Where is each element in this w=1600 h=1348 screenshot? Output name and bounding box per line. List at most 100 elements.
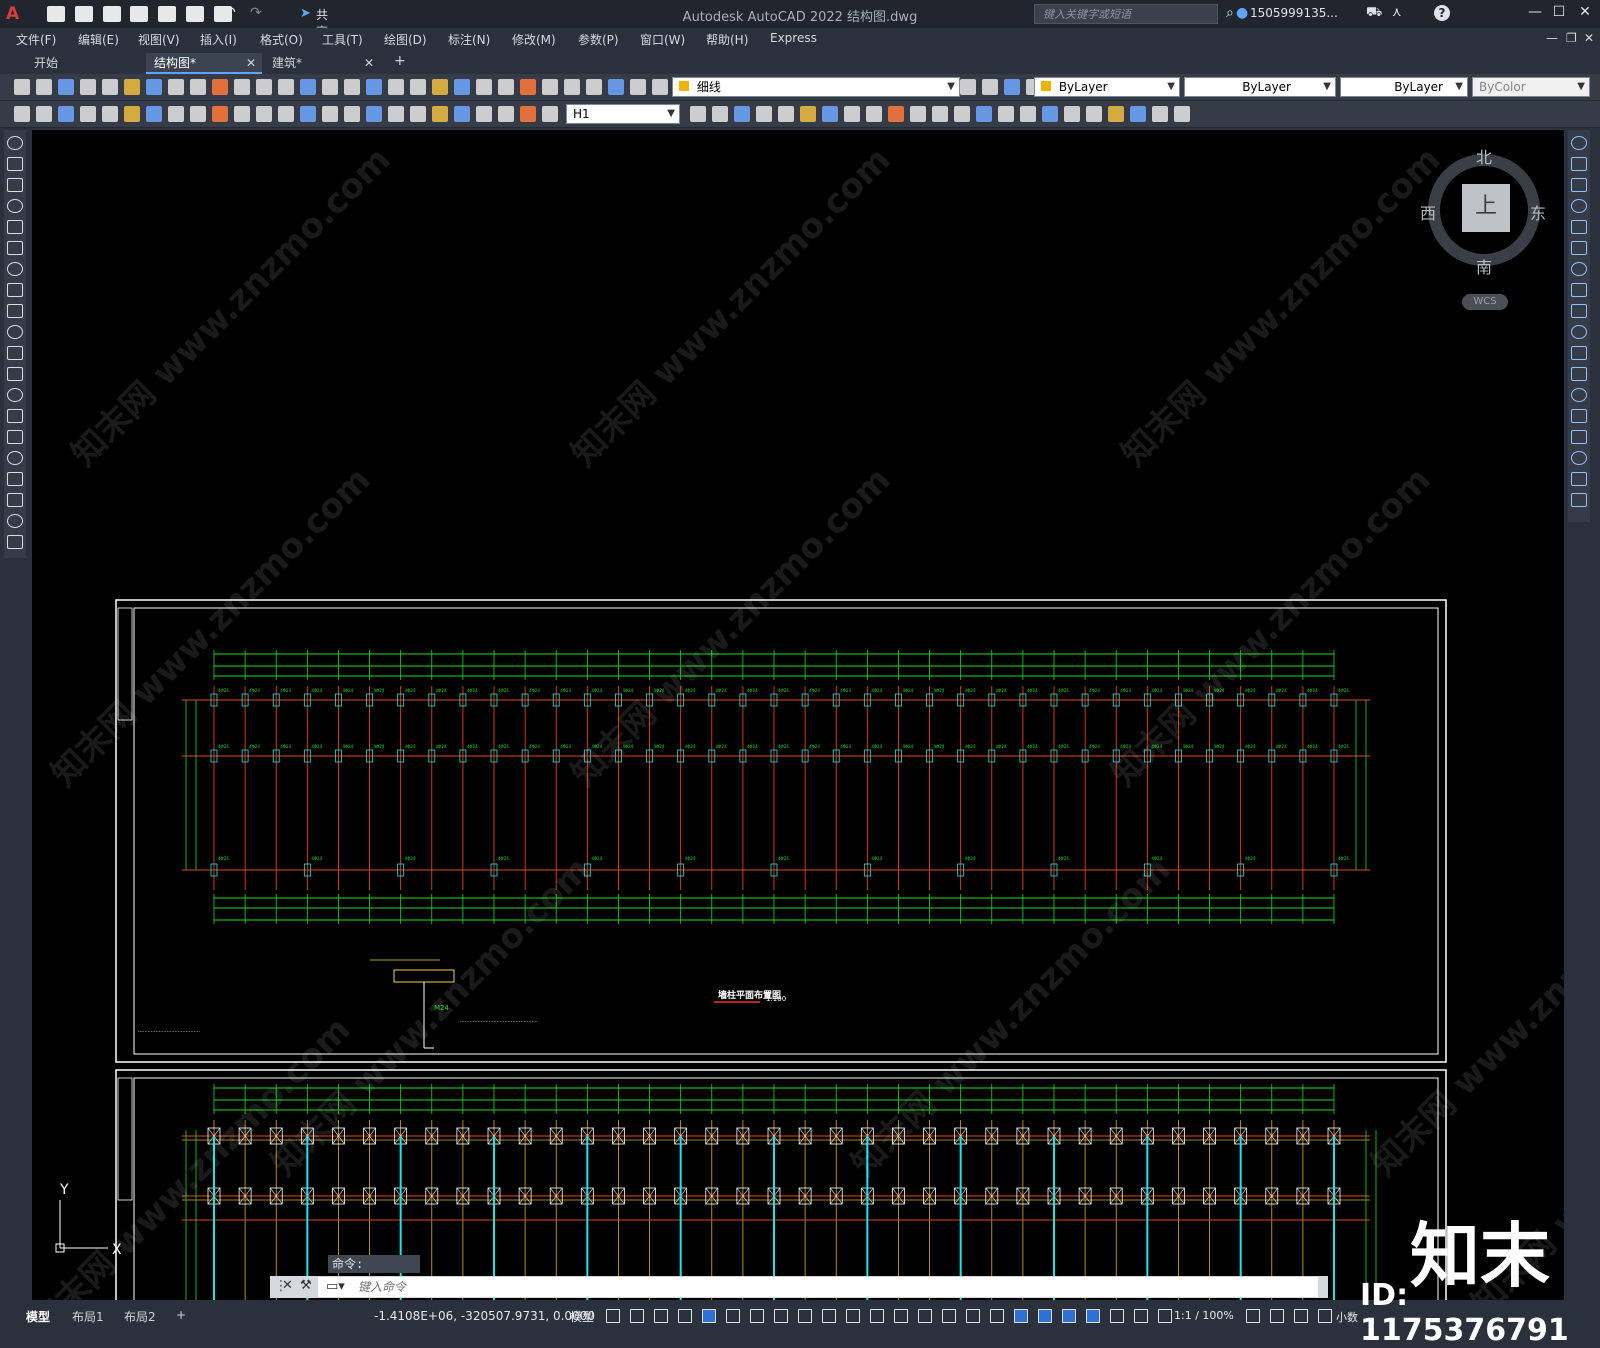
status-toggle-icon[interactable] — [1038, 1309, 1052, 1323]
doc-minimize-button[interactable]: — — [1546, 31, 1558, 45]
right-palette-tool-icon[interactable] — [1571, 388, 1587, 402]
cart-icon[interactable]: ⛟ — [1366, 5, 1382, 22]
menu-parametric[interactable]: 参数(P) — [578, 31, 619, 48]
right-palette-tool-icon[interactable] — [1571, 178, 1587, 192]
units-display[interactable]: 小数 — [1336, 1309, 1358, 1325]
menu-draw[interactable]: 绘图(D) — [384, 31, 427, 48]
dim-tool-icon[interactable] — [168, 106, 184, 122]
standard-tool-icon[interactable] — [498, 79, 514, 95]
compass-north[interactable]: 北 — [1476, 144, 1492, 168]
minimize-button[interactable]: — — [1524, 4, 1546, 24]
layer-tool-icon[interactable] — [1004, 79, 1020, 95]
right-palette-tool-icon[interactable] — [1571, 262, 1587, 276]
close-icon[interactable]: ✕ — [364, 53, 374, 73]
modify-tool-icon[interactable] — [822, 106, 838, 122]
dim-tool-icon[interactable] — [36, 106, 52, 122]
menu-modify[interactable]: 修改(M) — [512, 31, 556, 48]
left-palette-tool-icon[interactable] — [7, 262, 23, 276]
status-toggle-icon[interactable] — [774, 1309, 788, 1323]
add-layout-button[interactable]: + — [176, 1308, 186, 1322]
doc-restore-button[interactable]: ❐ — [1566, 31, 1577, 45]
dim-tool-icon[interactable] — [190, 106, 206, 122]
menu-express[interactable]: Express — [770, 31, 817, 45]
status-toggle-icon[interactable] — [942, 1309, 956, 1323]
dim-tool-icon[interactable] — [300, 106, 316, 122]
left-palette-tool-icon[interactable] — [7, 514, 23, 528]
close-icon[interactable]: ✕ — [282, 1278, 293, 1293]
dim-tool-icon[interactable] — [146, 106, 162, 122]
modify-tool-icon[interactable] — [954, 106, 970, 122]
viewcube-top-face[interactable]: 上 — [1462, 184, 1510, 232]
left-palette-tool-icon[interactable] — [7, 430, 23, 444]
left-palette-tool-icon[interactable] — [7, 346, 23, 360]
user-account[interactable]: 1505999135... — [1250, 6, 1338, 20]
modify-tool-icon[interactable] — [712, 106, 728, 122]
left-palette-tool-icon[interactable] — [7, 367, 23, 381]
modify-tool-icon[interactable] — [778, 106, 794, 122]
status-toggle-icon[interactable] — [1318, 1309, 1332, 1323]
new-tab-button[interactable]: + — [394, 53, 406, 69]
right-palette-tool-icon[interactable] — [1571, 304, 1587, 318]
lineweight-dropdown[interactable]: ByLayer ▼ — [1340, 77, 1468, 97]
right-palette-tool-icon[interactable] — [1571, 157, 1587, 171]
standard-tool-icon[interactable] — [542, 79, 558, 95]
left-palette-tool-icon[interactable] — [7, 241, 23, 255]
linetype-dropdown[interactable]: ByLayer ▼ — [1184, 77, 1336, 97]
standard-tool-icon[interactable] — [190, 79, 206, 95]
status-toggle-icon[interactable] — [702, 1309, 716, 1323]
compass-south[interactable]: 南 — [1476, 254, 1492, 278]
modify-tool-icon[interactable] — [976, 106, 992, 122]
right-palette-tool-icon[interactable] — [1571, 283, 1587, 297]
standard-tool-icon[interactable] — [388, 79, 404, 95]
dim-tool-icon[interactable] — [14, 106, 30, 122]
left-palette-tool-icon[interactable] — [7, 283, 23, 297]
layer-dropdown[interactable]: 细线 ▼ — [672, 77, 960, 97]
close-icon[interactable]: ✕ — [246, 53, 256, 73]
close-button[interactable]: ✕ — [1574, 4, 1596, 24]
search-icon[interactable]: ⌕ — [1226, 5, 1234, 21]
user-icon[interactable]: ● — [1236, 5, 1248, 21]
left-palette-tool-icon[interactable] — [7, 493, 23, 507]
tab-layout2[interactable]: 布局2 — [124, 1308, 156, 1325]
coordinate-readout[interactable]: -1.4108E+06, -320507.9731, 0.0000 — [374, 1309, 595, 1323]
right-palette-tool-icon[interactable] — [1571, 472, 1587, 486]
standard-tool-icon[interactable] — [256, 79, 272, 95]
dim-tool-icon[interactable] — [80, 106, 96, 122]
status-toggle-icon[interactable] — [1134, 1309, 1148, 1323]
standard-tool-icon[interactable] — [14, 79, 30, 95]
help-icon[interactable]: ? — [1434, 5, 1450, 21]
standard-tool-icon[interactable] — [80, 79, 96, 95]
modify-tool-icon[interactable] — [800, 106, 816, 122]
search-input[interactable]: 键入关键字或短语 — [1034, 4, 1218, 24]
tab-model[interactable]: 模型 — [26, 1308, 50, 1325]
dim-tool-icon[interactable] — [542, 106, 558, 122]
right-palette-tool-icon[interactable] — [1571, 325, 1587, 339]
plotstyle-dropdown[interactable]: ByColor ▼ — [1472, 77, 1590, 97]
right-palette-tool-icon[interactable] — [1571, 241, 1587, 255]
modify-tool-icon[interactable] — [866, 106, 882, 122]
standard-tool-icon[interactable] — [322, 79, 338, 95]
color-dropdown[interactable]: ByLayer ▼ — [1034, 77, 1180, 97]
modify-tool-icon[interactable] — [1174, 106, 1190, 122]
dim-tool-icon[interactable] — [476, 106, 492, 122]
standard-tool-icon[interactable] — [212, 79, 228, 95]
standard-tool-icon[interactable] — [564, 79, 580, 95]
status-toggle-icon[interactable] — [1014, 1309, 1028, 1323]
standard-tool-icon[interactable] — [652, 79, 668, 95]
right-palette-tool-icon[interactable] — [1571, 367, 1587, 381]
status-toggle-icon[interactable] — [606, 1309, 620, 1323]
menu-dimension[interactable]: 标注(N) — [448, 31, 490, 48]
status-toggle-icon[interactable] — [894, 1309, 908, 1323]
right-palette-tool-icon[interactable] — [1571, 451, 1587, 465]
standard-tool-icon[interactable] — [300, 79, 316, 95]
standard-tool-icon[interactable] — [102, 79, 118, 95]
modify-tool-icon[interactable] — [1152, 106, 1168, 122]
modify-tool-icon[interactable] — [1020, 106, 1036, 122]
standard-tool-icon[interactable] — [520, 79, 536, 95]
menu-edit[interactable]: 编辑(E) — [78, 31, 119, 48]
layer-tool-icon[interactable] — [982, 79, 998, 95]
status-toggle-icon[interactable] — [726, 1309, 740, 1323]
status-toggle-icon[interactable] — [678, 1309, 692, 1323]
status-toggle-icon[interactable] — [966, 1309, 980, 1323]
left-palette-tool-icon[interactable] — [7, 136, 23, 150]
